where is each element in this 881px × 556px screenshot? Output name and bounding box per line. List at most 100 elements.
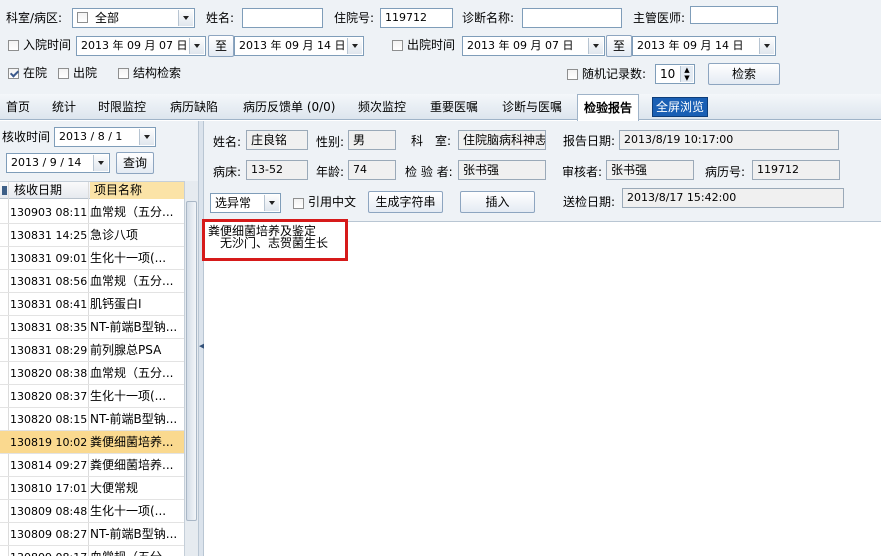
tab-statistics[interactable]: 统计 xyxy=(46,94,82,120)
chevron-down-icon[interactable]: ▼ xyxy=(680,74,693,82)
table-row[interactable]: 130831 08:29 前列腺总PSA xyxy=(0,339,184,362)
admit-time-checkbox[interactable] xyxy=(8,40,19,51)
table-row[interactable]: 130820 08:15 NT-前端B型钠... xyxy=(0,408,184,431)
row-date: 130831 14:25 xyxy=(10,229,88,242)
chevron-down-icon[interactable] xyxy=(93,155,108,171)
row-item-name: 急诊八项 xyxy=(90,228,139,242)
dept-select[interactable]: 全部 xyxy=(72,8,195,28)
grid-scrollbar[interactable] xyxy=(184,181,198,556)
dept-checkbox[interactable] xyxy=(77,12,88,23)
report-line-2: 无沙门、志贺菌生长 xyxy=(220,236,329,250)
table-row[interactable]: 130809 08:17血常规（五分... xyxy=(0,546,184,556)
tab-lab-report[interactable]: 检验报告 xyxy=(577,94,640,121)
discharge-to-value: 2013 年 09 月 14 日 xyxy=(637,39,744,52)
row-item-name: 肌钙蛋白I xyxy=(90,297,142,311)
table-row[interactable]: 130831 08:56 血常规（五分... xyxy=(0,270,184,293)
row-date: 130831 08:35 xyxy=(10,321,88,334)
row-date: 130809 08:27 xyxy=(10,528,88,541)
search-button[interactable]: 检索 xyxy=(708,63,780,85)
receive-date-to[interactable]: 2013 / 9 / 14 xyxy=(6,153,110,173)
left-panel: 核收时间 2013 / 8 / 1 2013 / 9 / 14 查询 核收日期 … xyxy=(0,121,198,556)
scroll-thumb[interactable] xyxy=(186,201,197,521)
query-button[interactable]: 查询 xyxy=(116,152,154,174)
table-row[interactable]: 130809 08:27 NT-前端B型钠... xyxy=(0,523,184,546)
row-date: 130814 09:27 xyxy=(10,459,88,472)
inspector-label: 检 验 者: xyxy=(405,165,453,179)
row-item-name: 血常规（五分... xyxy=(90,205,174,219)
admit-to-date[interactable]: 2013 年 09 月 14 日 xyxy=(234,36,364,56)
row-date: 130831 08:29 xyxy=(10,344,88,357)
col-header-item[interactable]: 项目名称 xyxy=(90,182,184,199)
receive-time-label: 核收时间 xyxy=(2,130,51,144)
row-selector-icon xyxy=(2,186,7,195)
row-item-name: 前列腺总PSA xyxy=(90,343,162,357)
chevron-down-icon[interactable] xyxy=(264,195,279,211)
discharge-from-date[interactable]: 2013 年 09 月 07 日 xyxy=(462,36,605,56)
discharge-to-date[interactable]: 2013 年 09 月 14 日 xyxy=(632,36,776,56)
age-field: 74 xyxy=(348,160,396,180)
table-row[interactable]: 130814 09:27 粪便细菌培养... xyxy=(0,454,184,477)
table-row[interactable]: 130810 17:01 大便常规 xyxy=(0,477,184,500)
age-label: 年龄: xyxy=(316,165,345,179)
tab-home[interactable]: 首页 xyxy=(0,94,36,120)
abnormal-select[interactable]: 选异常 xyxy=(210,193,281,213)
structured-search-checkbox[interactable] xyxy=(118,68,129,79)
doctor-input[interactable] xyxy=(690,6,778,24)
structured-search-label: 结构检索 xyxy=(133,66,182,80)
filter-panel: 科室/病区: 全部 姓名: 住院号: 119712 诊断名称: 主管医师: 入院… xyxy=(0,0,881,94)
insert-button[interactable]: 插入 xyxy=(460,191,535,213)
table-row[interactable]: 130819 10:02 粪便细菌培养... xyxy=(0,431,184,454)
lab-item-grid: 核收日期 项目名称 130903 08:11 血常规（五分... 130831 14… xyxy=(0,181,184,556)
fullscreen-browse-button[interactable]: 全屏浏览 xyxy=(652,97,709,117)
chevron-up-icon[interactable]: ▲ xyxy=(680,66,693,74)
quote-cn-checkbox[interactable] xyxy=(293,198,304,209)
random-count-checkbox[interactable] xyxy=(567,69,578,80)
row-item-name: 粪便细菌培养... xyxy=(90,435,174,449)
row-date: 130831 09:01 xyxy=(10,252,88,265)
chevron-down-icon[interactable] xyxy=(178,10,193,26)
in-hospital-checkbox[interactable] xyxy=(8,68,19,79)
table-row[interactable]: 130831 08:41 肌钙蛋白I xyxy=(0,293,184,316)
row-item-name: 血常规（五分... xyxy=(90,274,174,288)
in-hospital-label: 在院 xyxy=(23,66,48,80)
col-header-date[interactable]: 核收日期 xyxy=(14,182,92,199)
tab-time-limit-monitor[interactable]: 时限监控 xyxy=(92,94,152,120)
tab-bar: 首页 统计 时限监控 病历缺陷 病历反馈单 (0/0) 频次监控 重要医嘱 诊断… xyxy=(0,94,881,121)
table-row[interactable]: 130831 09:01 生化十一项(... xyxy=(0,247,184,270)
chevron-down-icon[interactable] xyxy=(189,38,204,54)
discharge-time-checkbox[interactable] xyxy=(392,40,403,51)
chevron-down-icon[interactable] xyxy=(347,38,362,54)
discharged-checkbox[interactable] xyxy=(58,68,69,79)
tab-frequency-monitor[interactable]: 频次监控 xyxy=(352,94,412,120)
tab-diagnosis-orders[interactable]: 诊断与医嘱 xyxy=(496,94,568,120)
diagnosis-label: 诊断名称: xyxy=(462,11,515,25)
record-no-label: 病历号: xyxy=(705,165,746,179)
discharge-to-label: 至 xyxy=(606,35,632,57)
report-text-area[interactable]: 粪便细菌培养及鉴定 无沙门、志贺菌生长 xyxy=(202,219,881,556)
gen-string-button[interactable]: 生成字符串 xyxy=(368,191,443,213)
table-row[interactable]: 130820 08:37 生化十一项(... xyxy=(0,385,184,408)
receive-date-from[interactable]: 2013 / 8 / 1 xyxy=(54,127,156,147)
tab-record-feedback[interactable]: 病历反馈单 (0/0) xyxy=(237,94,342,120)
chevron-down-icon[interactable] xyxy=(759,38,774,54)
tab-record-defects[interactable]: 病历缺陷 xyxy=(164,94,224,120)
row-item-name: 生化十一项(... xyxy=(90,251,167,265)
report-date-field: 2013/8/19 10:17:00 xyxy=(619,130,839,150)
table-row[interactable]: 130831 08:35 NT-前端B型钠... xyxy=(0,316,184,339)
inspector-field: 张书强 xyxy=(458,160,546,180)
random-count-stepper[interactable]: 10 ▲ ▼ xyxy=(655,64,695,84)
admit-from-date[interactable]: 2013 年 09 月 07 日 xyxy=(76,36,206,56)
table-row[interactable]: 130820 08:38 血常规（五分... xyxy=(0,362,184,385)
name-input[interactable] xyxy=(242,8,323,28)
admission-no-input[interactable]: 119712 xyxy=(380,8,453,28)
dept-label: 科室/病区: xyxy=(6,11,63,25)
row-item-name: 大便常规 xyxy=(90,481,139,495)
discharge-from-value: 2013 年 09 月 07 日 xyxy=(467,39,574,52)
chevron-down-icon[interactable] xyxy=(139,129,154,145)
table-row[interactable]: 130809 08:48 生化十一项(... xyxy=(0,500,184,523)
table-row[interactable]: 130903 08:11 血常规（五分... xyxy=(0,201,184,224)
table-row[interactable]: 130831 14:25 急诊八项 xyxy=(0,224,184,247)
diagnosis-input[interactable] xyxy=(522,8,622,28)
tab-important-orders[interactable]: 重要医嘱 xyxy=(424,94,484,120)
chevron-down-icon[interactable] xyxy=(588,38,603,54)
